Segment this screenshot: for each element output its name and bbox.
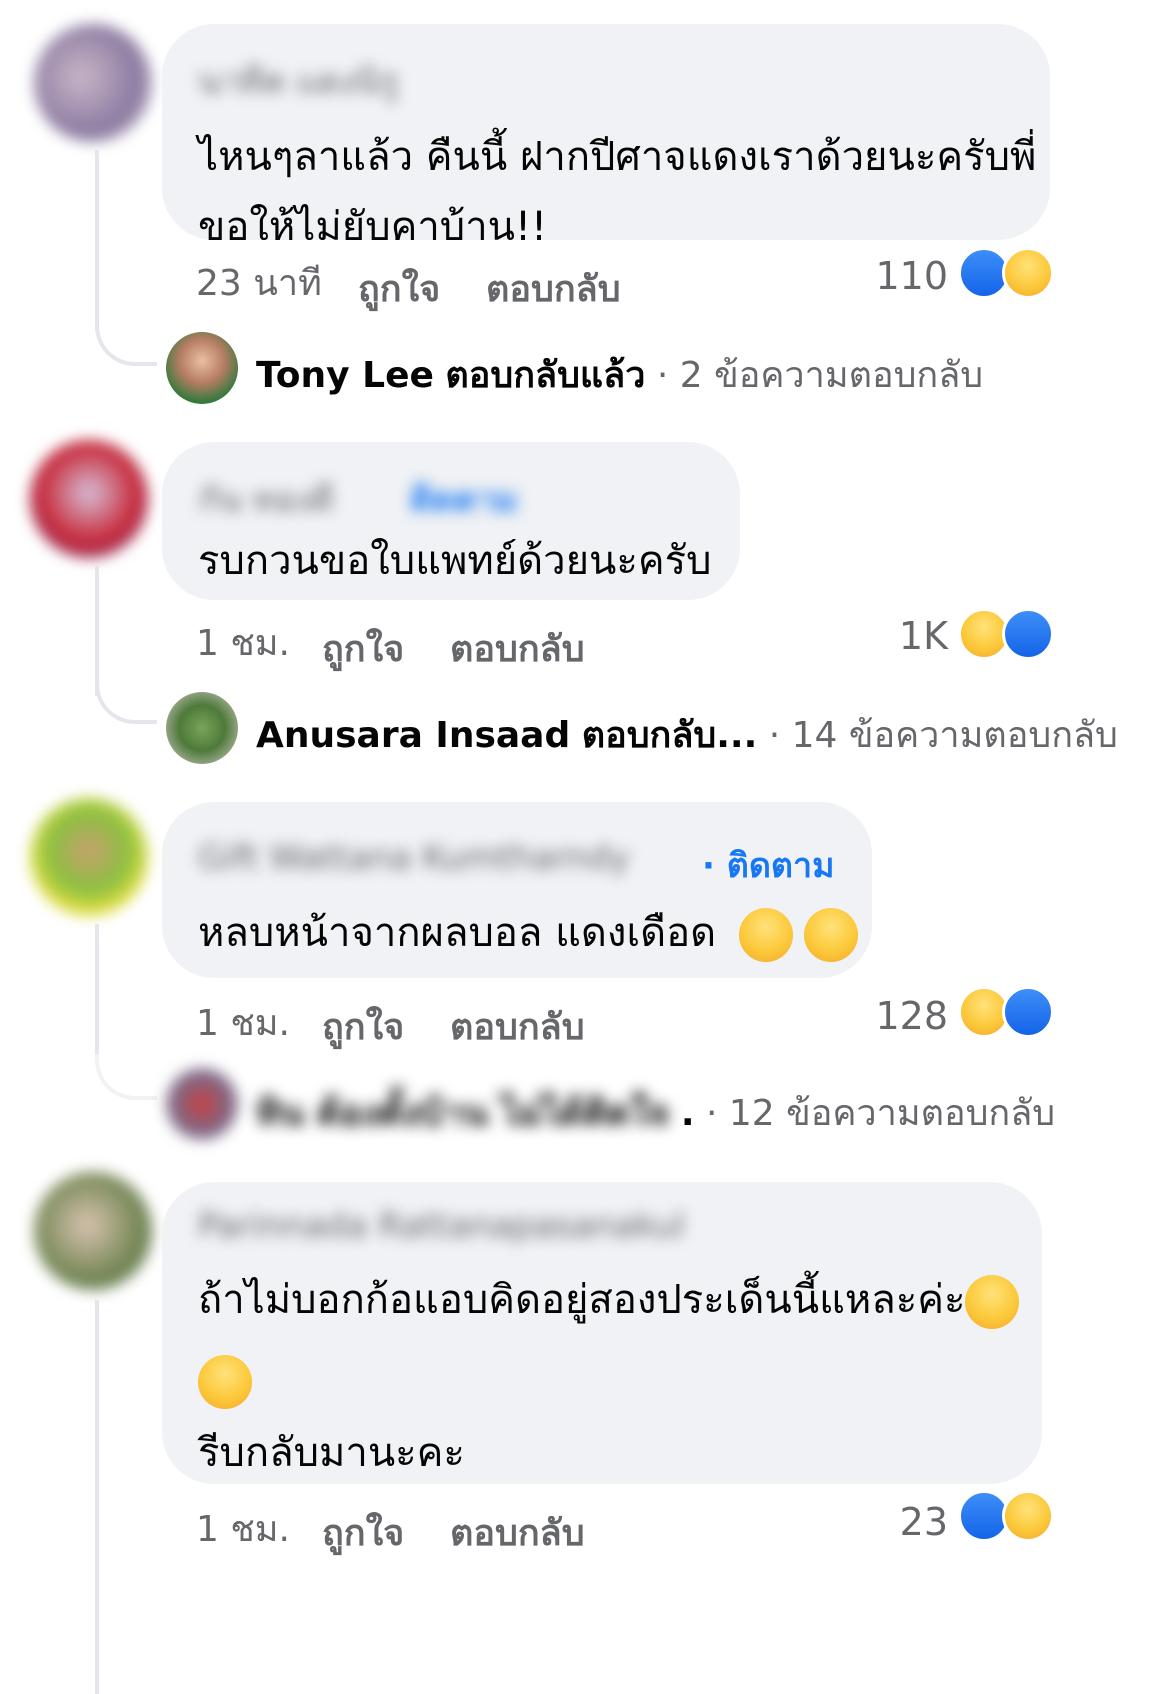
reply-avatar[interactable] <box>166 1068 238 1140</box>
comment-text: ไหนๆลาแล้ว คืนนี้ ฝากปีศาจแดงเราด้วยนะคร… <box>198 122 1036 262</box>
follow-button[interactable]: ติดตาม <box>410 472 518 526</box>
reply-count[interactable]: · 2 ข้อความตอบกลับ <box>657 355 983 396</box>
haha-icon[interactable] <box>1002 1490 1054 1542</box>
reply-author[interactable]: Tony Lee <box>256 355 434 396</box>
reply-summary[interactable]: Anusara Insaad ตอบกลับ... · 14 ข้อความตอ… <box>256 706 1118 763</box>
comment-text-line: ถ้าไม่บอกก้อแอบคิดอยู่สองประเด็นนี้แหละค… <box>198 1277 966 1323</box>
reply-button[interactable]: ตอบกลับ <box>450 620 585 677</box>
comment-text-line: ไหนๆลาแล้ว คืนนี้ ฝากปีศาจแดงเราด้วยนะคร… <box>198 134 1037 180</box>
like-button[interactable]: ถูกใจ <box>358 260 440 317</box>
haha-icon[interactable] <box>1002 247 1054 299</box>
rolling-laughing-emoji <box>803 908 858 962</box>
thread-connector <box>95 304 157 366</box>
reply-count[interactable]: · 14 ข้อความตอบกลับ <box>769 715 1118 756</box>
reply-author[interactable]: Anusara Insaad <box>256 715 570 756</box>
reply-avatar[interactable] <box>166 332 238 404</box>
reply-summary[interactable]: ทิน ต้องตั้งบ้าน ไม่ได้ติดใจ . · 12 ข้อค… <box>256 1084 1055 1141</box>
thread-line <box>95 924 99 1054</box>
comment-bubble: Gift Wattana Kumtharndy · ติดตาม หลบหน้า… <box>162 802 872 978</box>
comment-text: หลบหน้าจากผลบอล แดงเดือด <box>198 898 858 968</box>
reaction-count[interactable]: 23 <box>900 1500 948 1544</box>
comment-text-line: รีบกลับมานะคะ <box>198 1430 465 1476</box>
reply-author[interactable]: ทิน ต้องตั้งบ้าน ไม่ได้ติดใจ <box>256 1093 669 1134</box>
commenter-avatar[interactable] <box>34 1172 152 1290</box>
reaction-count[interactable]: 110 <box>875 254 948 298</box>
comment-bubble: กัน ทองดี ติดตาม รบกวนขอใบแพทย์ด้วยนะครั… <box>162 442 740 600</box>
thread-connector <box>95 662 157 724</box>
tears-of-joy-emoji <box>738 908 793 962</box>
reply-summary[interactable]: Tony Lee ตอบกลับแล้ว · 2 ข้อความตอบกลับ <box>256 346 983 403</box>
thread-connector <box>95 1038 157 1100</box>
follow-button[interactable]: · ติดตาม <box>702 838 835 892</box>
like-button[interactable]: ถูกใจ <box>322 1504 404 1561</box>
comment-time[interactable]: 1 ชม. <box>196 1500 290 1557</box>
like-button[interactable]: ถูกใจ <box>322 620 404 677</box>
reaction-count[interactable]: 1K <box>899 614 948 658</box>
thread-line <box>95 1300 99 1694</box>
reply-action[interactable]: . <box>681 1093 695 1134</box>
comment-text: ถ้าไม่บอกก้อแอบคิดอยู่สองประเด็นนี้แหละค… <box>198 1260 1020 1486</box>
comment-bubble: นาทีค แดงนิรู ไหนๆลาแล้ว คืนนี้ ฝากปีศาจ… <box>162 24 1050 250</box>
comment-author[interactable]: Gift Wattana Kumtharndy <box>198 838 630 878</box>
grinning-squinting-emoji <box>965 1275 1020 1329</box>
reply-count[interactable]: · 12 ข้อความตอบกลับ <box>706 1093 1055 1134</box>
comment-time[interactable]: 23 นาที <box>196 254 322 311</box>
reply-action[interactable]: ตอบกลับแล้ว <box>445 355 645 396</box>
comment-text-line: ขอให้ไม่ยับคาบ้าน!! <box>198 204 548 250</box>
like-button[interactable]: ถูกใจ <box>322 998 404 1055</box>
comment-author[interactable]: นาทีค แดงนิรู <box>198 54 398 108</box>
commenter-avatar[interactable] <box>30 798 148 916</box>
comment-text-line: หลบหน้าจากผลบอล แดงเดือด <box>198 910 717 956</box>
reply-button[interactable]: ตอบกลับ <box>450 1504 585 1561</box>
reaction-count[interactable]: 128 <box>875 994 948 1038</box>
commenter-avatar[interactable] <box>34 24 152 142</box>
reply-button[interactable]: ตอบกลับ <box>486 260 621 317</box>
comment-author[interactable]: Parinnada Rattanapasanakul <box>198 1206 685 1246</box>
comment-time[interactable]: 1 ชม. <box>196 994 290 1051</box>
thread-line <box>95 150 99 330</box>
grinning-squinting-emoji <box>198 1355 252 1409</box>
comment-bubble: Parinnada Rattanapasanakul ถ้าไม่บอกก้อแ… <box>162 1182 1042 1484</box>
like-icon[interactable] <box>1002 608 1054 660</box>
comment-text: รบกวนขอใบแพทย์ด้วยนะครับ <box>198 538 712 584</box>
reply-action[interactable]: ตอบกลับ... <box>582 715 758 756</box>
reply-avatar[interactable] <box>166 692 238 764</box>
comment-author[interactable]: กัน ทองดี <box>198 472 334 526</box>
like-icon[interactable] <box>1002 986 1054 1038</box>
commenter-avatar[interactable] <box>30 440 148 558</box>
reply-button[interactable]: ตอบกลับ <box>450 998 585 1055</box>
comment-time[interactable]: 1 ชม. <box>196 614 290 671</box>
